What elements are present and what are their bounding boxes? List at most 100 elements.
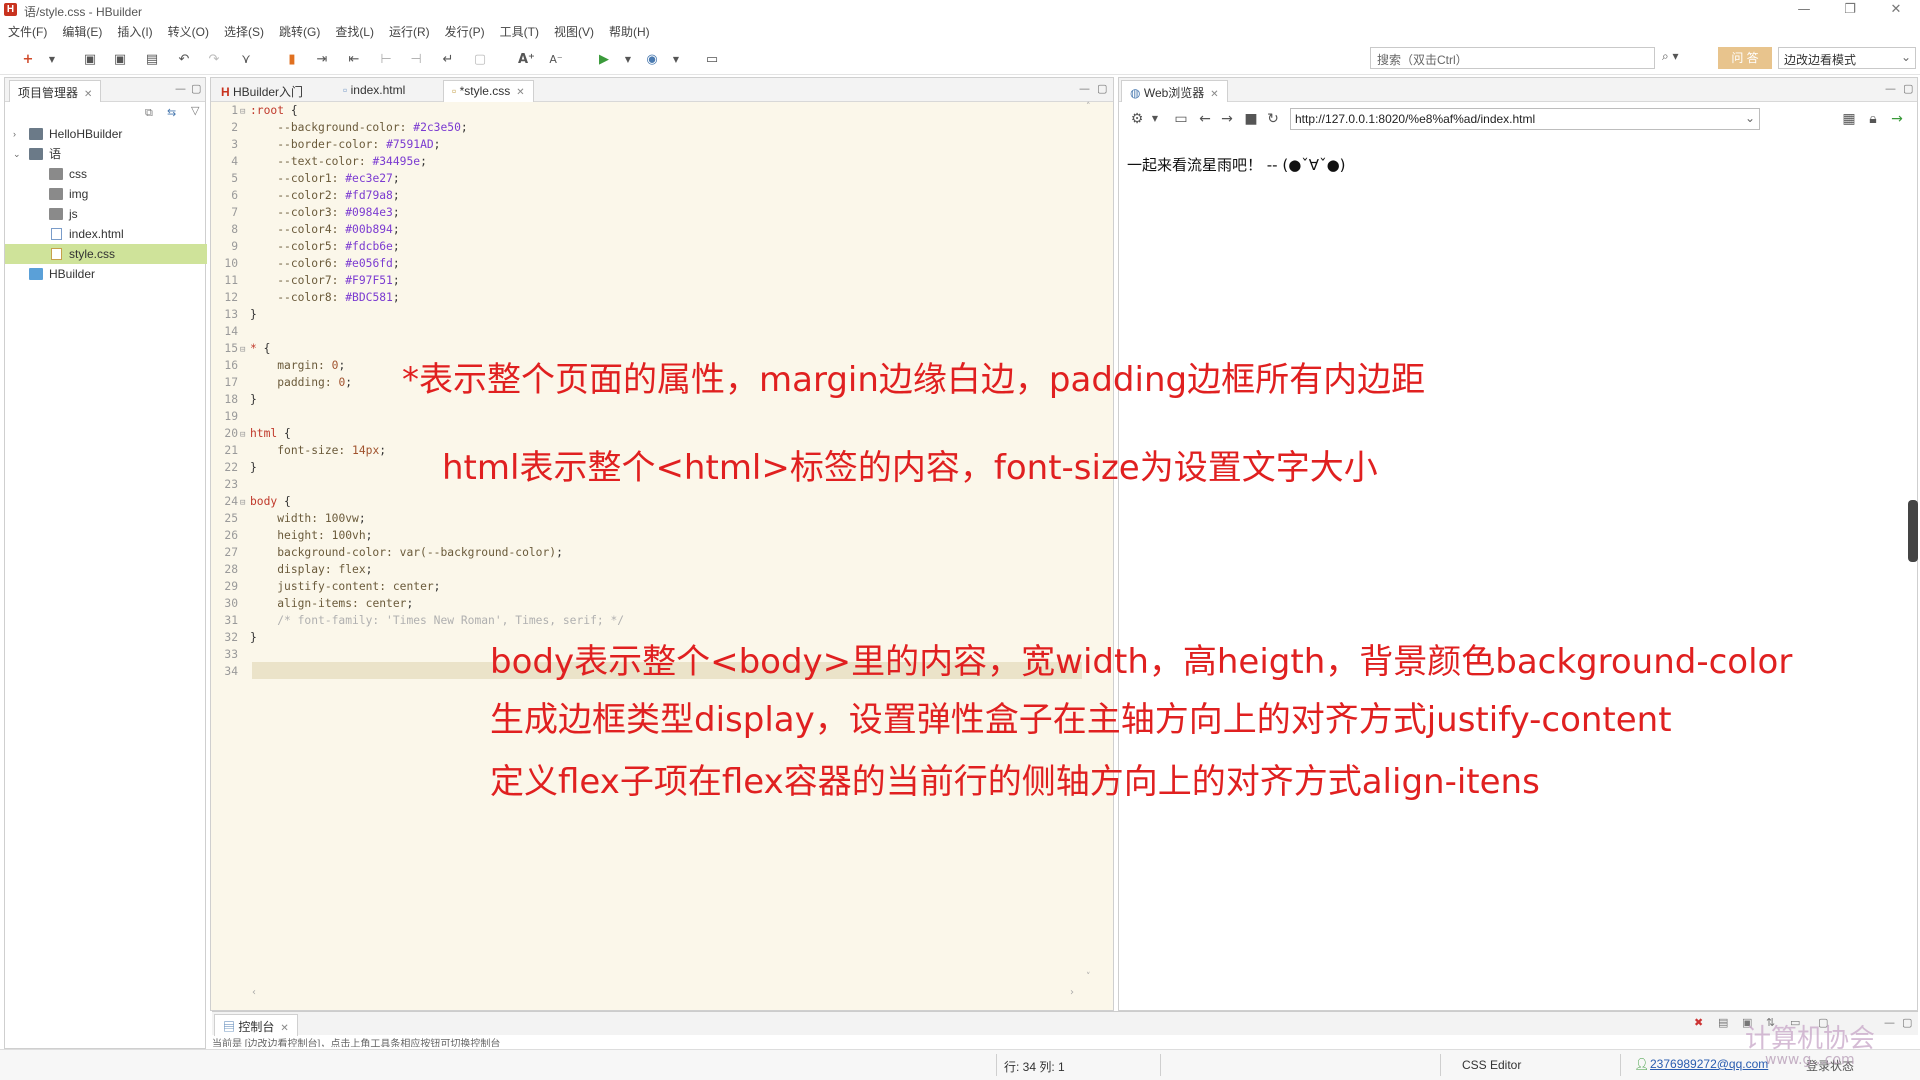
editor-vertical-scrollbar[interactable]: ˄ ˅ (1086, 102, 1096, 982)
menu-goto[interactable]: 跳转(G) (279, 22, 320, 42)
editor-horizontal-scrollbar[interactable]: ‹ › (252, 987, 1082, 1000)
back-icon[interactable]: ← (1196, 110, 1214, 128)
code-line[interactable]: 26 height: 100vh; (212, 527, 1092, 544)
clear-console-icon[interactable]: ✖ (1694, 1016, 1703, 1029)
minimize-panel-icon[interactable]: — (1885, 82, 1896, 95)
code-line[interactable]: 7 --color3: #0984e3; (212, 204, 1092, 221)
link-editor-icon[interactable]: ⇆ (167, 106, 176, 119)
code-line[interactable]: 8 --color4: #00b894; (212, 221, 1092, 238)
uncomment-icon[interactable]: ⊣ (408, 52, 424, 68)
browser-icon[interactable]: ◉ (644, 52, 660, 68)
code-line[interactable]: 4 --text-color: #34495e; (212, 153, 1092, 170)
tab-style-css[interactable]: ▫ *style.css ✕ (443, 80, 534, 102)
tree-item-yu[interactable]: ⌄ 语 (5, 144, 207, 164)
minimize-panel-icon[interactable]: — (1884, 1016, 1895, 1029)
code-line[interactable]: 13} (212, 306, 1092, 323)
console-option-icon[interactable]: ▤ (1718, 1016, 1728, 1029)
forward-icon[interactable]: → (1218, 110, 1236, 128)
tree-item-css[interactable]: css (5, 164, 207, 184)
indent-icon[interactable]: ⇥ (314, 52, 330, 68)
stop-icon[interactable]: ■ (1242, 110, 1260, 128)
code-line[interactable]: 28 display: flex; (212, 561, 1092, 578)
save-as-icon[interactable]: ▤ (144, 52, 160, 68)
settings-icon[interactable]: ⚙ (1128, 110, 1146, 128)
code-line[interactable]: 5 --color1: #ec3e27; (212, 170, 1092, 187)
code-line[interactable]: 27 background-color: var(--background-co… (212, 544, 1092, 561)
menu-help[interactable]: 帮助(H) (609, 22, 650, 42)
search-input[interactable]: 搜索（双击Ctrl） (1370, 47, 1655, 69)
save-all-icon[interactable]: ▣ (112, 52, 128, 68)
tab-index-html[interactable]: ▫ index.html (335, 80, 413, 102)
preview-icon[interactable]: ▢ (472, 52, 488, 68)
settings-dropdown-icon[interactable]: ▼ (1146, 110, 1164, 128)
new-dropdown-icon[interactable]: ▼ (44, 52, 60, 68)
tab-project-manager[interactable]: 项目管理器 ✕ (9, 80, 102, 102)
menu-file[interactable]: 文件(F) (8, 22, 47, 42)
close-icon[interactable]: ✕ (84, 89, 92, 100)
maximize-panel-icon[interactable]: ▢ (191, 82, 201, 95)
tree-item-hbuilder[interactable]: HBuilder (5, 264, 207, 284)
close-icon[interactable]: ✕ (1210, 89, 1218, 100)
maximize-panel-icon[interactable]: ▢ (1902, 1016, 1912, 1029)
browser-dropdown-icon[interactable]: ▼ (668, 52, 684, 68)
restore-button[interactable]: ❐ (1830, 0, 1870, 20)
go-icon[interactable]: → (1888, 110, 1906, 128)
scroll-up-icon[interactable]: ˄ (1086, 102, 1091, 112)
chevron-right-icon[interactable]: › (13, 124, 23, 144)
view-menu-icon[interactable]: ▽ (191, 104, 199, 117)
mode-select[interactable]: 边改边看模式 ⌄ (1778, 47, 1916, 69)
undo-icon[interactable]: ↶ (176, 52, 192, 68)
minimize-panel-icon[interactable]: — (175, 82, 186, 95)
menu-find[interactable]: 查找(L) (335, 22, 374, 42)
code-line[interactable]: 9 --color5: #fdcb6e; (212, 238, 1092, 255)
maximize-panel-icon[interactable]: ▢ (1903, 82, 1913, 95)
close-icon[interactable]: ✕ (280, 1023, 288, 1034)
chevron-down-icon[interactable]: ⌄ (1745, 111, 1755, 125)
menu-view[interactable]: 视图(V) (554, 22, 594, 42)
code-line[interactable]: 6 --color2: #fd79a8; (212, 187, 1092, 204)
code-line[interactable]: 1 ⊟:root { (212, 102, 1092, 119)
menu-run[interactable]: 运行(R) (389, 22, 430, 42)
code-line[interactable]: 19 (212, 408, 1092, 425)
code-line[interactable]: 29 justify-content: center; (212, 578, 1092, 595)
maximize-panel-icon[interactable]: ▢ (1097, 82, 1107, 95)
code-line[interactable]: 25 width: 100vw; (212, 510, 1092, 527)
tab-hbuilder-intro[interactable]: H HBuilder入门 (213, 80, 311, 102)
url-input[interactable]: http://127.0.0.1:8020/%e8%af%ad/index.ht… (1290, 108, 1760, 130)
code-line[interactable]: 3 --border-color: #7591AD; (212, 136, 1092, 153)
collapse-all-icon[interactable]: ⧉ (145, 106, 153, 120)
menu-tools[interactable]: 工具(T) (500, 22, 539, 42)
menu-edit[interactable]: 编辑(E) (62, 22, 102, 42)
run-icon[interactable]: ▶ (596, 52, 612, 68)
user-account-link[interactable]: 2376989272@qq.com (1650, 1057, 1768, 1071)
redo-icon[interactable]: ↷ (206, 52, 222, 68)
bookmark-icon[interactable]: ▮ (284, 52, 300, 68)
code-line[interactable]: 14 (212, 323, 1092, 340)
tree-item-js[interactable]: js (5, 204, 207, 224)
tree-item-img[interactable]: img (5, 184, 207, 204)
devtools-icon[interactable]: ▭ (1172, 110, 1190, 128)
scroll-down-icon[interactable]: ˅ (1086, 972, 1091, 982)
side-scroll-handle[interactable] (1908, 500, 1918, 562)
comment-icon[interactable]: ⊢ (378, 52, 394, 68)
run-dropdown-icon[interactable]: ▼ (620, 52, 636, 68)
code-line[interactable]: 2 --background-color: #2c3e50; (212, 119, 1092, 136)
minimize-button[interactable]: — (1784, 0, 1824, 20)
new-icon[interactable]: + (20, 52, 36, 68)
font-decrease-icon[interactable]: A⁻ (548, 52, 564, 68)
scroll-left-icon[interactable]: ‹ (252, 987, 256, 998)
save-icon[interactable]: ▣ (82, 52, 98, 68)
menu-insert[interactable]: 插入(I) (117, 22, 152, 42)
scroll-right-icon[interactable]: › (1070, 987, 1074, 998)
tab-web-browser[interactable]: ◍ Web浏览器 ✕ (1121, 80, 1228, 102)
tree-item-index-html[interactable]: index.html (5, 224, 207, 244)
code-line[interactable]: 10 --color6: #e056fd; (212, 255, 1092, 272)
code-line[interactable]: 31 /* font-family: 'Times New Roman', Ti… (212, 612, 1092, 629)
tree-item-hellohbuilder[interactable]: › HelloHBuilder (5, 124, 207, 144)
code-line[interactable]: 12 --color8: #BDC581; (212, 289, 1092, 306)
refresh-icon[interactable]: ↻ (1264, 110, 1282, 128)
minimize-panel-icon[interactable]: — (1079, 82, 1090, 95)
menu-escape[interactable]: 转义(O) (168, 22, 209, 42)
chevron-down-icon[interactable]: ⌄ (13, 144, 23, 164)
view-icon[interactable]: ▭ (704, 52, 720, 68)
